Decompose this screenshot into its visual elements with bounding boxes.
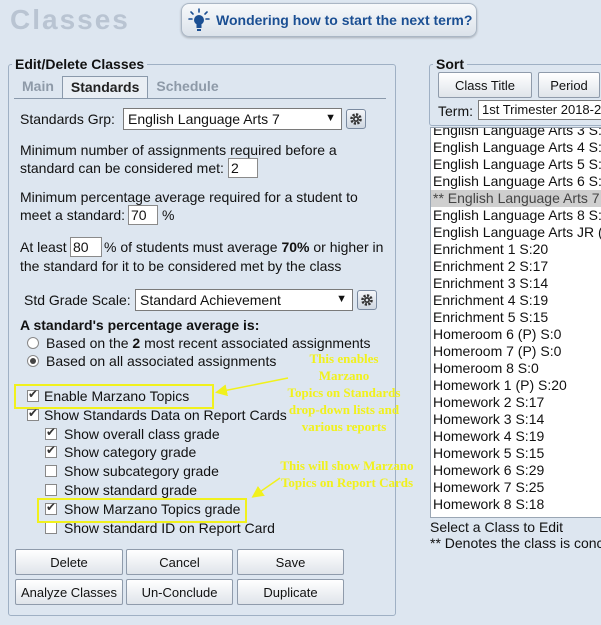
class-list-item[interactable]: Enrichment 4 S:19 <box>431 292 601 309</box>
class-list-item[interactable]: Homework 5 S:15 <box>431 445 601 462</box>
class-list-item[interactable]: Homework 1 (P) S:20 <box>431 377 601 394</box>
class-list-item[interactable]: Enrichment 2 S:17 <box>431 258 601 275</box>
class-list-item[interactable]: ** English Language Arts 7 <box>431 190 601 207</box>
delete-button[interactable]: Delete <box>15 549 123 575</box>
class-list-item[interactable]: Homework 7 S:25 <box>431 479 601 496</box>
cancel-button[interactable]: Cancel <box>126 549 233 575</box>
class-list-item[interactable]: Homework 2 S:17 <box>431 394 601 411</box>
analyze-classes-button[interactable]: Analyze Classes <box>15 579 123 605</box>
class-list-item[interactable]: English Language Arts 4 S: <box>431 139 601 156</box>
concluded-note: ** Denotes the class is conc <box>430 535 601 551</box>
sort-legend: Sort <box>436 56 464 72</box>
class-list-item[interactable]: Homeroom 8 S:0 <box>431 360 601 377</box>
class-list-item[interactable]: Homeroom 7 (P) S:0 <box>431 343 601 360</box>
class-list-item[interactable]: English Language Arts 3 S: <box>431 128 601 139</box>
marzano-enable-note: This enables Marzano Topics on Standards … <box>287 351 401 434</box>
class-listbox[interactable]: English Language Arts 3 S: English Langua… <box>430 127 601 518</box>
class-list-item[interactable]: Homework 6 S:29 <box>431 462 601 479</box>
class-list-item[interactable]: Homework 4 S:19 <box>431 428 601 445</box>
term-value: 1st Trimester 2018-2 <box>482 102 601 117</box>
class-list-item[interactable]: Homework 3 S:14 <box>431 411 601 428</box>
duplicate-button[interactable]: Duplicate <box>237 579 344 605</box>
class-list-item[interactable]: Homework 8 S:18 <box>431 496 601 513</box>
class-list-item[interactable]: English Language Arts 8 S: <box>431 207 601 224</box>
save-button[interactable]: Save <box>237 549 344 575</box>
class-list-item[interactable]: English Language Arts JR (P <box>431 224 601 241</box>
marzano-grade-note: This will show Marzano Topics on Report C… <box>280 458 414 490</box>
sort-period-button[interactable]: Period <box>538 72 600 98</box>
class-list-item[interactable]: Enrichment 3 S:14 <box>431 275 601 292</box>
class-list-item[interactable]: English Language Arts 5 S: <box>431 156 601 173</box>
un-conclude-button[interactable]: Un-Conclude <box>126 579 233 605</box>
term-label: Term: <box>438 103 473 119</box>
class-list-item[interactable]: Enrichment 5 S:15 <box>431 309 601 326</box>
class-list-item[interactable]: Homeroom 6 (P) S:0 <box>431 326 601 343</box>
term-select[interactable]: 1st Trimester 2018-2 <box>478 100 601 120</box>
sort-class-title-button[interactable]: Class Title <box>438 72 532 98</box>
class-list-item[interactable]: English Language Arts 6 S: <box>431 173 601 190</box>
class-list-item[interactable]: Enrichment 1 S:20 <box>431 241 601 258</box>
